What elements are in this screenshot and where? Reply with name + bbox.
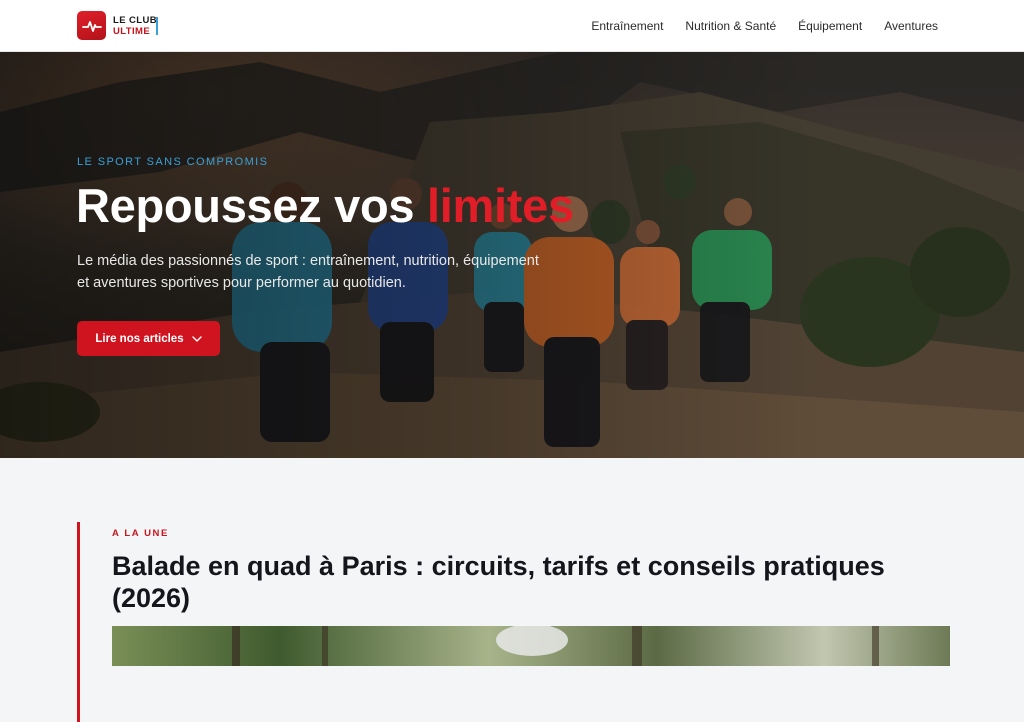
logo-wordmark: LE CLUB ULTIME [113,15,157,37]
chevron-down-icon [191,333,202,345]
site-header: LE CLUB ULTIME Entraînement Nutrition & … [0,0,1024,52]
logo-line-2: ULTIME [113,25,151,37]
hero-description: Le média des passionnés de sport : entra… [77,253,539,291]
featured-section: A LA UNE Balade en quad à Paris : circui… [0,458,1024,722]
read-articles-button[interactable]: Lire nos articles [77,321,220,356]
hero-title-main: Repoussez vos [76,179,428,232]
site-logo[interactable]: LE CLUB ULTIME [77,11,158,40]
nav-item-entrainement[interactable]: Entraînement [591,19,663,33]
main-nav: Entraînement Nutrition & Santé Équipemen… [591,0,938,52]
logo-line-1: LE CLUB [113,14,157,26]
nav-item-equipement[interactable]: Équipement [798,19,862,33]
nav-item-aventures[interactable]: Aventures [884,19,938,33]
featured-article[interactable]: A LA UNE Balade en quad à Paris : circui… [77,522,950,722]
read-articles-label: Lire nos articles [95,332,184,345]
heartbeat-icon [77,11,106,40]
featured-title[interactable]: Balade en quad à Paris : circuits, tarif… [112,550,952,614]
logo-divider [156,17,158,35]
hero-title-accent: limites [427,179,574,232]
hero-eyebrow: LE SPORT SANS COMPROMIS [77,156,269,168]
hero-title: Repoussez vos limites [76,178,574,233]
featured-kicker: A LA UNE [112,528,169,539]
nav-item-nutrition-sante[interactable]: Nutrition & Santé [685,19,776,33]
featured-image[interactable] [112,626,950,666]
hero-section: LE SPORT SANS COMPROMIS Repoussez vos li… [0,52,1024,458]
